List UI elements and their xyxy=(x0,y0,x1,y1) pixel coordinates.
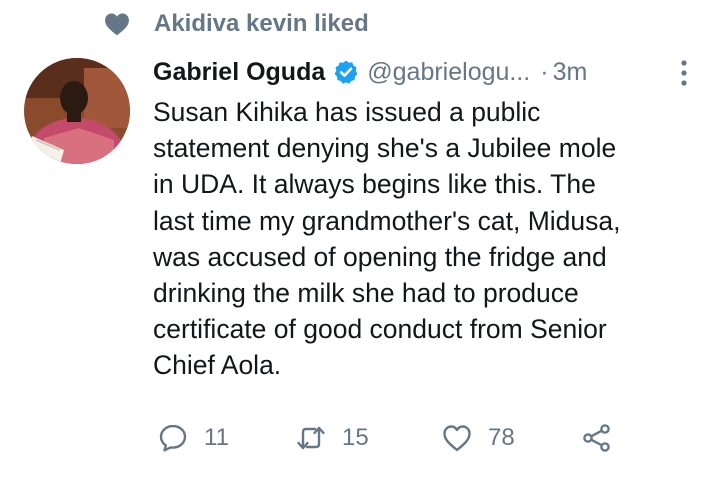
verified-badge-icon xyxy=(334,60,358,84)
social-context[interactable]: Akidiva kevin liked xyxy=(104,10,369,38)
tweet-timestamp[interactable]: 3m xyxy=(553,58,588,87)
social-context-text: Akidiva kevin liked xyxy=(154,10,369,37)
avatar[interactable] xyxy=(24,58,130,164)
more-options-icon[interactable] xyxy=(680,60,688,86)
separator-dot: · xyxy=(540,57,549,86)
author-name[interactable]: Gabriel Oguda xyxy=(153,58,325,87)
retweet-icon xyxy=(297,426,325,450)
reply-icon xyxy=(159,424,187,452)
tweet-text: Susan Kihika has issued a public stateme… xyxy=(153,97,621,381)
share-button[interactable] xyxy=(582,423,612,453)
tweet-header: Gabriel Oguda @gabrielogu... · 3m xyxy=(153,54,690,90)
like-heart-icon xyxy=(443,425,471,452)
author-handle[interactable]: @gabrielogu... xyxy=(367,58,530,87)
heart-icon xyxy=(105,13,129,36)
reply-count: 11 xyxy=(204,424,229,451)
tweet-actions: 11 15 78 xyxy=(158,423,612,453)
retweet-button[interactable]: 15 xyxy=(296,423,442,453)
retweet-count: 15 xyxy=(342,424,369,451)
reply-button[interactable]: 11 xyxy=(158,423,296,453)
like-count: 78 xyxy=(488,424,515,451)
avatar-photo xyxy=(24,58,130,164)
like-button[interactable]: 78 xyxy=(442,423,582,453)
share-icon xyxy=(583,424,610,452)
